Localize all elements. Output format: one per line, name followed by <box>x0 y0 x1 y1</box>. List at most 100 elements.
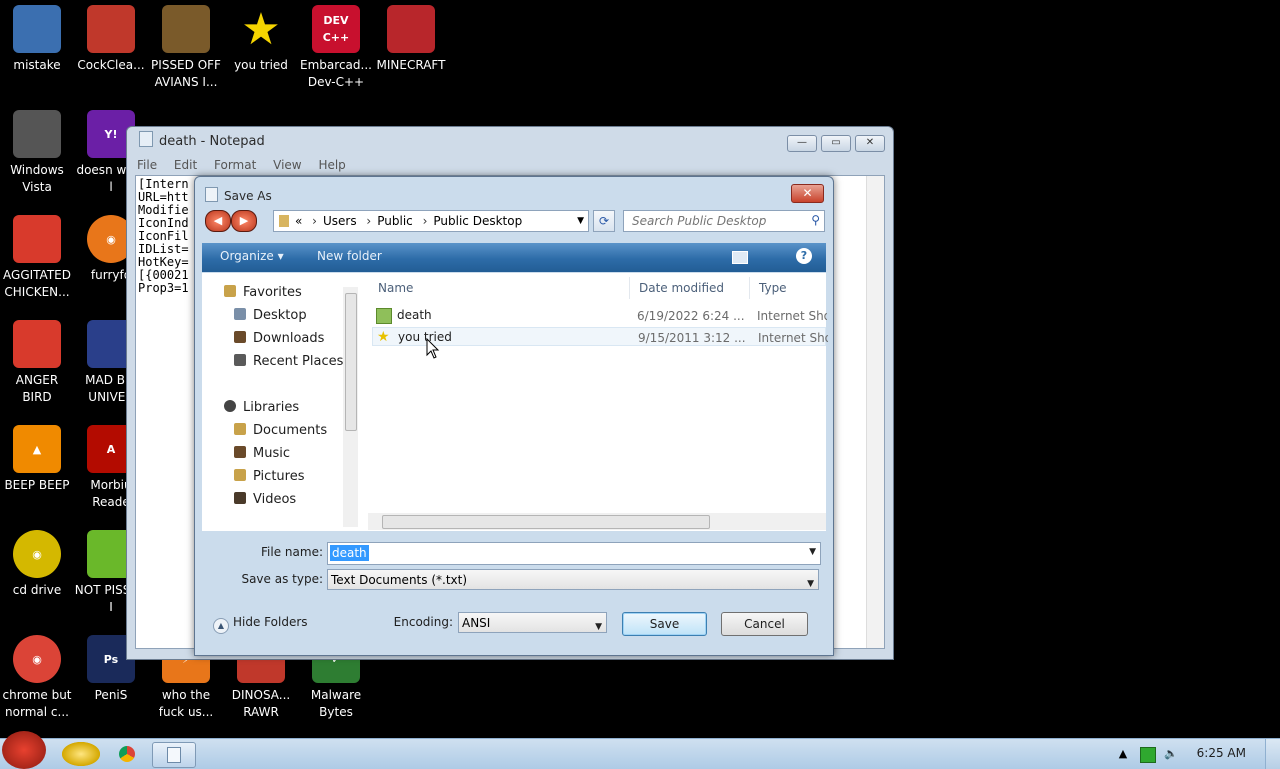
nav-videos-label: Videos <box>253 492 297 507</box>
new-folder-button[interactable]: New folder <box>317 249 382 263</box>
save-as-dialog[interactable]: Save As ✕ ◀ ▶ « › Users › Public › Public D… <box>194 176 834 656</box>
volume-icon[interactable]: 🔈 <box>1164 747 1178 761</box>
nav-libraries-label: Libraries <box>243 400 300 415</box>
show-hidden-icons[interactable]: ▲ <box>1116 747 1130 761</box>
cd-icon: ◉ <box>13 530 61 578</box>
file-name-dropdown-icon[interactable]: ▼ <box>809 547 816 557</box>
show-desktop-button[interactable] <box>1265 739 1280 769</box>
start-button[interactable] <box>2 731 46 769</box>
menu-edit[interactable]: Edit <box>174 158 197 172</box>
dialog-close-button[interactable]: ✕ <box>791 184 824 203</box>
desktop-icon-3[interactable]: ★ you tried <box>224 5 298 74</box>
column-type[interactable]: Type <box>759 281 787 295</box>
desktop-icon-label: Embarcad... Dev-C++ <box>300 58 372 89</box>
save-as-type-dropdown-icon[interactable]: ▼ <box>807 574 814 595</box>
address-bar[interactable]: « › Users › Public › Public Desktop ▼ <box>273 210 589 232</box>
horizontal-scrollbar-thumb[interactable] <box>382 515 710 529</box>
desktop-icon-4[interactable]: DEV C++ Embarcad... Dev-C++ <box>299 5 373 91</box>
nav-music[interactable]: Music <box>234 446 290 461</box>
search-box[interactable]: ⚲ <box>623 210 825 232</box>
desktop-icon-label: Malware Bytes <box>310 688 362 719</box>
menu-format[interactable]: Format <box>214 158 256 172</box>
back-button[interactable]: ◀ <box>205 210 231 232</box>
forward-button[interactable]: ▶ <box>231 210 257 232</box>
navigation-scrollbar-thumb[interactable] <box>345 293 357 431</box>
notepad-vertical-scrollbar[interactable] <box>866 176 884 648</box>
file-name: death <box>397 308 432 322</box>
minimize-button[interactable]: — <box>787 135 817 152</box>
save-as-type-value: Text Documents (*.txt) <box>331 573 468 587</box>
nav-recent-places-label: Recent Places <box>253 354 344 369</box>
refresh-button[interactable]: ⟳ <box>593 210 615 232</box>
nav-pictures-label: Pictures <box>253 469 305 484</box>
column-name[interactable]: Name <box>378 281 413 295</box>
nav-pictures[interactable]: Pictures <box>234 469 304 484</box>
desktop-icon-0[interactable]: mistake <box>0 5 74 74</box>
organize-button[interactable]: Organize ▾ <box>220 249 284 263</box>
nav-downloads-label: Downloads <box>253 331 325 346</box>
desktop-icon-16[interactable]: ◉ chrome but normal c... <box>0 635 74 721</box>
network-icon[interactable] <box>1140 747 1156 763</box>
save-button[interactable]: Save <box>622 612 707 636</box>
breadcrumb-public-desktop[interactable]: Public Desktop <box>433 214 522 228</box>
desktop-icon-14[interactable]: ◉ cd drive <box>0 530 74 599</box>
explorer-taskbar-icon[interactable] <box>62 742 100 766</box>
internet-shortcut-icon <box>376 308 392 324</box>
encoding-select[interactable]: ANSI ▼ <box>458 612 607 633</box>
star-icon: ★ <box>241 3 281 55</box>
file-name-field[interactable]: death ▼ <box>327 542 821 565</box>
file-list-horizontal-scrollbar[interactable] <box>368 513 826 530</box>
menu-view[interactable]: View <box>273 158 301 172</box>
desktop-icon-1[interactable]: CockClea... <box>74 5 148 74</box>
desktop-icon-label: AGGITATED CHICKEN... <box>3 268 71 299</box>
breadcrumb-users[interactable]: Users <box>323 214 357 228</box>
ccleaner-icon <box>87 5 135 53</box>
nav-favorites[interactable]: Favorites <box>224 285 302 300</box>
chrome-icon: ◉ <box>13 635 61 683</box>
view-options-icon[interactable] <box>732 251 748 264</box>
desktop-icon-6[interactable]: Windows Vista <box>0 110 74 196</box>
clock[interactable]: 6:25 AM <box>1197 746 1246 760</box>
chrome-taskbar-icon[interactable] <box>108 742 146 766</box>
notepad-taskbar-button[interactable] <box>152 742 196 768</box>
encoding-dropdown-icon[interactable]: ▼ <box>595 617 602 638</box>
desktop-icon-10[interactable]: ANGER BIRD <box>0 320 74 406</box>
search-icon[interactable]: ⚲ <box>811 213 820 227</box>
menu-file[interactable]: File <box>137 158 157 172</box>
maximize-button[interactable]: ▭ <box>821 135 851 152</box>
nav-documents[interactable]: Documents <box>234 423 327 438</box>
file-row-you-tried[interactable]: ★ you tried 9/15/2011 3:12 ... Internet … <box>372 327 828 346</box>
desktop-icon-2[interactable]: PISSED OFF AVIANS I... <box>149 5 223 91</box>
notepad-close-button[interactable]: ✕ <box>855 135 885 152</box>
desktop-icon-8[interactable]: AGGITATED CHICKEN... <box>0 215 74 301</box>
browser-pane: Favorites Desktop Downloads Recent Place… <box>202 273 828 531</box>
hide-folders-button[interactable]: ▲ Hide Folders <box>213 615 308 634</box>
dialog-icon <box>205 187 218 202</box>
desktop-icon-5[interactable]: MINECRAFT <box>374 5 448 74</box>
column-date-modified[interactable]: Date modified <box>639 281 724 295</box>
nav-recent-places[interactable]: Recent Places <box>234 354 343 369</box>
nav-downloads[interactable]: Downloads <box>234 331 324 346</box>
file-name: you tried <box>398 330 452 344</box>
address-dropdown-icon[interactable]: ▼ <box>577 211 584 231</box>
file-name-selected-text[interactable]: death <box>330 545 369 561</box>
nav-videos[interactable]: Videos <box>234 492 296 507</box>
navigation-scrollbar[interactable] <box>343 287 358 527</box>
navigation-pane: Favorites Desktop Downloads Recent Place… <box>202 273 358 531</box>
breadcrumb-public[interactable]: Public <box>377 214 413 228</box>
dialog-title: Save As <box>205 187 272 203</box>
documents-icon <box>234 423 246 435</box>
save-as-type-select[interactable]: Text Documents (*.txt) ▼ <box>327 569 819 590</box>
cancel-button[interactable]: Cancel <box>721 612 808 636</box>
nav-libraries[interactable]: Libraries <box>224 400 299 415</box>
notepad-title: death - Notepad <box>139 131 265 149</box>
search-input[interactable] <box>630 211 804 231</box>
file-row-death[interactable]: death 6/19/2022 6:24 ... Internet Sho <box>372 306 827 325</box>
nav-desktop[interactable]: Desktop <box>234 308 307 323</box>
desktop-icon-label: PISSED OFF AVIANS I... <box>151 58 221 89</box>
address-chevron[interactable]: « <box>295 214 302 228</box>
menu-help[interactable]: Help <box>318 158 345 172</box>
desktop-icon-12[interactable]: ▲ BEEP BEEP <box>0 425 74 494</box>
desktop-icon-label: MINECRAFT <box>376 58 446 72</box>
help-icon[interactable]: ? <box>796 248 812 264</box>
